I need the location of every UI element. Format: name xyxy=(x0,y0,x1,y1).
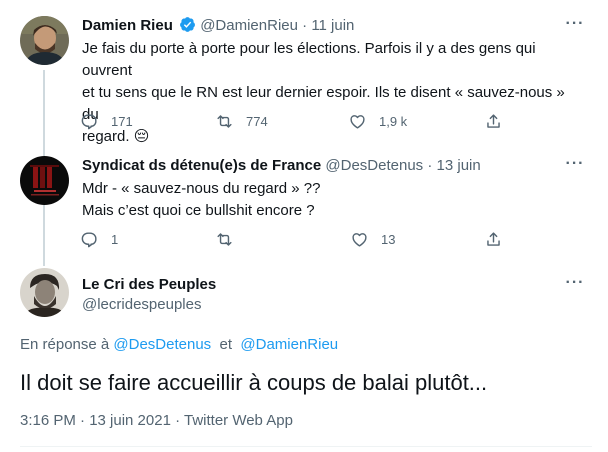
tweet-date[interactable]: 13 juin xyxy=(437,157,481,174)
tweet3-author-handle: @lecridespeuples xyxy=(82,295,201,315)
reply-user-link[interactable]: @DamienRieu xyxy=(240,336,338,353)
retweet-button[interactable] xyxy=(215,227,246,251)
tweet-timestamp[interactable]: 3:16 PM · 13 juin 2021 · Twitter Web App xyxy=(20,412,293,429)
more-options-icon[interactable]: ··· xyxy=(564,16,586,38)
avatar-syndicat-image xyxy=(20,156,69,205)
divider xyxy=(20,446,592,447)
tweet1-actions: 171 774 1,9 k xyxy=(80,109,520,133)
retweet-icon xyxy=(217,232,232,246)
avatar[interactable] xyxy=(20,156,69,205)
tweet-text-line: Mais c’est quoi ce bullshit encore ? xyxy=(82,202,315,219)
reply-context: En réponse à @DesDetenus et @DamienRieu xyxy=(20,336,338,353)
main-tweet-text: Il doit se faire accueillir à coups de b… xyxy=(20,370,488,395)
share-button[interactable] xyxy=(484,109,503,133)
like-button[interactable]: 1,9 k xyxy=(348,109,407,133)
author-name[interactable]: Syndicat ds détenu(e)s de France xyxy=(82,157,321,174)
reply-icon xyxy=(81,113,97,129)
reply-count: 171 xyxy=(111,113,133,129)
more-options-icon[interactable]: ··· xyxy=(564,156,586,178)
heart-icon xyxy=(352,232,367,247)
like-count: 13 xyxy=(381,231,396,247)
separator-dot: · xyxy=(302,17,308,34)
reply-button[interactable]: 171 xyxy=(80,109,133,133)
author-name[interactable]: Le Cri des Peuples xyxy=(82,276,216,293)
reply-user-link[interactable]: @DesDetenus xyxy=(113,336,211,353)
avatar-le-cri-des-peuples-image xyxy=(20,268,69,317)
share-icon xyxy=(487,113,500,128)
tweet3-author-name: Le Cri des Peuples xyxy=(82,275,216,295)
reply-count: 1 xyxy=(111,231,119,247)
tweet-text-line: Mdr - « sauvez-nous du regard » ?? xyxy=(82,180,321,197)
reply-icon xyxy=(81,231,97,247)
tweet1-header: Damien Rieu @DamienRieu · 11 juin xyxy=(82,16,354,36)
reply-and: et xyxy=(219,336,233,353)
like-count: 1,9 k xyxy=(379,113,408,129)
author-handle[interactable]: @lecridespeuples xyxy=(82,296,201,313)
reply-button[interactable]: 1 xyxy=(80,227,118,251)
tweet-text-line: Je fais du porte à porte pour les électi… xyxy=(82,40,536,79)
reply-prefix: En réponse à xyxy=(20,336,110,353)
heart-icon xyxy=(350,114,365,129)
avatar[interactable] xyxy=(20,16,69,65)
separator-dot: · xyxy=(427,157,433,174)
avatar-damien-rieu-image xyxy=(20,16,69,65)
tweet-date[interactable]: 11 juin xyxy=(311,17,354,34)
retweet-icon xyxy=(217,114,232,128)
verified-badge-icon xyxy=(180,17,195,32)
retweet-count: 774 xyxy=(246,113,268,129)
avatar[interactable] xyxy=(20,268,69,317)
retweet-button[interactable]: 774 xyxy=(215,109,268,133)
tweet2-header: Syndicat ds détenu(e)s de France @DesDet… xyxy=(82,156,481,176)
author-name[interactable]: Damien Rieu xyxy=(82,17,173,34)
like-button[interactable]: 13 xyxy=(350,227,395,251)
share-button[interactable] xyxy=(484,227,503,251)
author-handle[interactable]: @DesDetenus xyxy=(325,157,423,174)
share-icon xyxy=(487,231,500,246)
more-options-icon[interactable]: ··· xyxy=(564,275,586,297)
author-handle[interactable]: @DamienRieu xyxy=(200,17,298,34)
thread-line-1 xyxy=(43,70,45,156)
tweet2-actions: 1 13 xyxy=(80,227,520,251)
tweet2-text: Mdr - « sauvez-nous du regard » ?? Mais … xyxy=(82,178,582,222)
thread-line-2 xyxy=(43,200,45,266)
